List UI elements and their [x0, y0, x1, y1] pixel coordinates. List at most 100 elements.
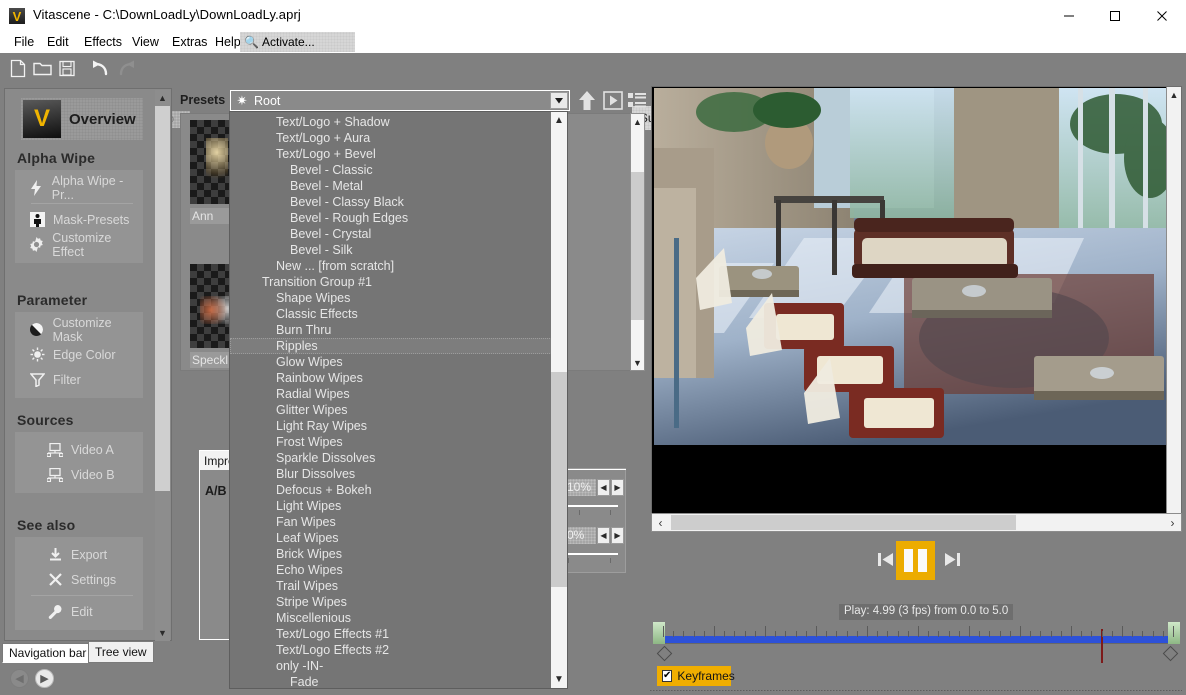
dropdown-item[interactable]: Leaf Wipes	[230, 530, 552, 546]
sidebar-item-filter[interactable]: Filter	[15, 367, 143, 392]
sidebar-item-export[interactable]: Export	[15, 542, 143, 567]
dropdown-item[interactable]: Frost Wipes	[230, 434, 552, 450]
sidebar-item-edit[interactable]: Edit	[15, 599, 143, 624]
slider-track[interactable]	[566, 553, 618, 555]
dropdown-item[interactable]: Brick Wipes	[230, 546, 552, 562]
scrollbar-thumb[interactable]	[551, 372, 567, 587]
scroll-up-icon[interactable]: ▲	[155, 90, 170, 106]
dropdown-item[interactable]: Text/Logo + Aura	[230, 130, 552, 146]
nav-forward-icon[interactable]: ▶	[35, 668, 54, 688]
dropdown-item[interactable]: Text/Logo Effects #2	[230, 642, 552, 658]
pause-button[interactable]	[896, 541, 935, 580]
skip-back-icon[interactable]	[877, 551, 894, 571]
sidebar-item-edge-color[interactable]: Edge Color	[15, 342, 143, 367]
dropdown-item[interactable]: Fan Wipes	[230, 514, 552, 530]
keyframes-checkbox[interactable]: ✔	[662, 670, 673, 682]
navigation-scrollbar[interactable]: ▲ ▼	[155, 90, 170, 641]
dropdown-item[interactable]: Bevel - Classy Black	[230, 194, 552, 210]
dropdown-item[interactable]: Bevel - Classic	[230, 162, 552, 178]
dropdown-item[interactable]: Echo Wipes	[230, 562, 552, 578]
dropdown-item[interactable]: Blur Dissolves	[230, 466, 552, 482]
dropdown-item[interactable]: Bevel - Silk	[230, 242, 552, 258]
dropdown-item[interactable]: Bevel - Metal	[230, 178, 552, 194]
spinner-decrement-icon[interactable]: ◀	[597, 479, 610, 496]
scrollbar-thumb[interactable]	[155, 106, 170, 491]
scroll-down-icon[interactable]: ▼	[551, 671, 567, 688]
sidebar-item-video-a[interactable]: Video A	[15, 437, 143, 462]
tab-navigation-bar[interactable]: Navigation bar	[2, 643, 94, 663]
sidebar-item-customize-mask[interactable]: Customize Mask	[15, 316, 143, 344]
dropdown-item[interactable]: Burn Thru	[230, 322, 552, 338]
scroll-up-icon[interactable]: ▲	[551, 112, 567, 129]
new-document-icon[interactable]	[8, 58, 30, 80]
presets-dropdown-list[interactable]: Text/Logo + Shadow Text/Logo + Aura Text/L…	[229, 111, 568, 689]
dropdown-item[interactable]: Classic Effects	[230, 306, 552, 322]
dropdown-item[interactable]: Bevel - Crystal	[230, 226, 552, 242]
dropdown-item[interactable]: Light Ray Wipes	[230, 418, 552, 434]
menu-file[interactable]: File	[8, 34, 40, 50]
skip-forward-icon[interactable]	[944, 551, 961, 571]
dropdown-item[interactable]: Trail Wipes	[230, 578, 552, 594]
keyframe-diamond[interactable]	[1162, 645, 1179, 662]
sidebar-item-mask-presets[interactable]: Mask-Presets	[15, 207, 143, 232]
tab-tree-view[interactable]: Tree view	[88, 641, 154, 663]
scroll-right-icon[interactable]: ›	[1164, 514, 1181, 531]
maximize-button[interactable]	[1092, 0, 1138, 31]
sidebar-item-alpha-wipe-pr[interactable]: Alpha Wipe - Pr...	[15, 174, 143, 202]
dropdown-item[interactable]: Glow Wipes	[230, 354, 552, 370]
menu-extras[interactable]: Extras	[166, 34, 213, 50]
scroll-left-icon[interactable]: ‹	[652, 514, 669, 531]
dropdown-item[interactable]: Defocus + Bokeh	[230, 482, 552, 498]
dropdown-item[interactable]: Text/Logo Effects #1	[230, 626, 552, 642]
spinner-value[interactable]: 10%	[566, 479, 596, 496]
scrollbar-thumb[interactable]	[631, 172, 644, 320]
presets-strip-scrollbar[interactable]: ▲ ▼	[630, 113, 645, 371]
dropdown-item[interactable]: Rainbow Wipes	[230, 370, 552, 386]
dropdown-item[interactable]: Glitter Wipes	[230, 402, 552, 418]
open-folder-icon[interactable]	[32, 58, 54, 80]
undo-icon[interactable]	[90, 58, 112, 80]
dropdown-item[interactable]: Bevel - Rough Edges	[230, 210, 552, 226]
dropdown-item[interactable]: Miscellenious	[230, 610, 552, 626]
scrollbar-thumb[interactable]	[671, 515, 1016, 530]
nav-back-icon[interactable]: ◀	[10, 668, 29, 688]
sidebar-item-video-b[interactable]: Video B	[15, 462, 143, 487]
close-button[interactable]	[1138, 0, 1186, 31]
dropdown-item[interactable]: Text/Logo + Bevel	[230, 146, 552, 162]
timeline-end-marker[interactable]	[1168, 622, 1180, 644]
spinner-increment-icon[interactable]: ▶	[611, 479, 624, 496]
menu-view[interactable]: View	[126, 34, 165, 50]
keyframes-toggle[interactable]: ✔ Keyframes	[657, 666, 735, 686]
play-triangle-icon[interactable]	[603, 90, 624, 111]
overview-button[interactable]: V Overview	[21, 98, 143, 140]
presets-combobox[interactable]: ✷ Root	[230, 90, 570, 111]
keyframe-diamond[interactable]	[656, 645, 673, 662]
up-arrow-icon[interactable]	[577, 90, 598, 111]
spinner-value[interactable]: 0%	[566, 527, 596, 544]
dropdown-item[interactable]: Shape Wipes	[230, 290, 552, 306]
scrollbar-track[interactable]	[551, 129, 567, 671]
dropdown-item[interactable]: Ripples	[230, 338, 552, 354]
menu-edit[interactable]: Edit	[41, 34, 75, 50]
slider-track[interactable]	[566, 505, 618, 507]
dropdown-item[interactable]: only -IN-	[230, 658, 552, 674]
dropdown-scrollbar[interactable]: ▲ ▼	[551, 112, 567, 688]
dropdown-item[interactable]: Light Wipes	[230, 498, 552, 514]
minimize-button[interactable]	[1046, 0, 1092, 31]
preview-vertical-scrollbar[interactable]: ▲ ▼	[1166, 87, 1181, 531]
sidebar-item-customize-effect[interactable]: Customize Effect	[15, 231, 143, 259]
scroll-up-icon[interactable]: ▲	[631, 114, 644, 129]
scroll-up-icon[interactable]: ▲	[1167, 87, 1181, 102]
save-disk-icon[interactable]	[57, 58, 79, 80]
dropdown-item[interactable]: Transition Group #1	[230, 274, 552, 290]
redo-icon[interactable]	[115, 58, 137, 80]
timeline-ruler[interactable]	[653, 622, 1181, 663]
spinner-decrement-icon[interactable]: ◀	[597, 527, 610, 544]
activate-button[interactable]: 🔍 Activate...	[240, 32, 355, 52]
dropdown-item[interactable]: Text/Logo + Shadow	[230, 114, 552, 130]
scroll-down-icon[interactable]: ▼	[631, 355, 644, 370]
dropdown-item[interactable]: Stripe Wipes	[230, 594, 552, 610]
dropdown-item[interactable]: Sparkle Dissolves	[230, 450, 552, 466]
menu-effects[interactable]: Effects	[78, 34, 128, 50]
dropdown-item[interactable]: Radial Wipes	[230, 386, 552, 402]
